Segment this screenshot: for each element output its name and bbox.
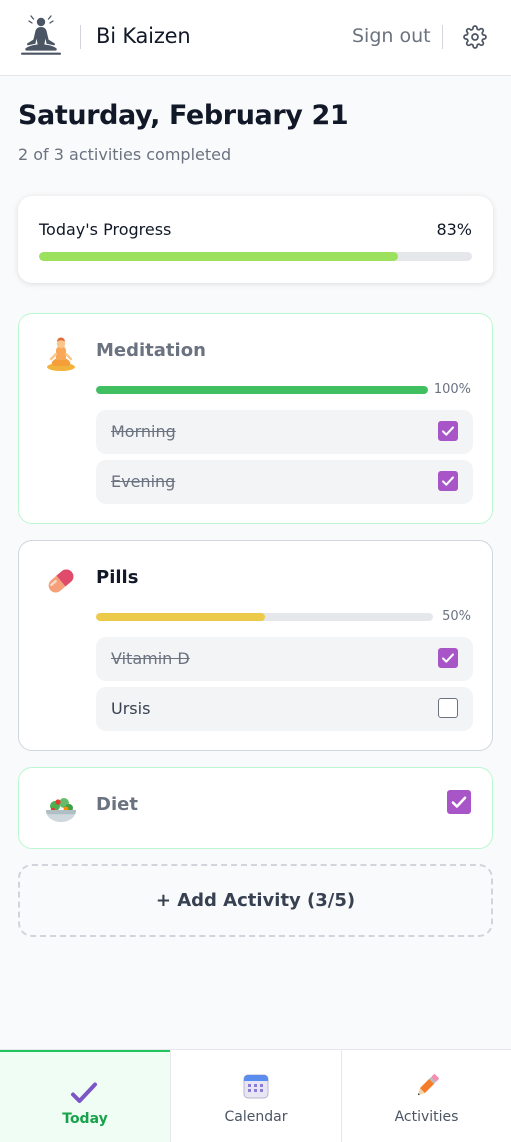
checkmark-icon [442,426,454,436]
subtask-label: Evening [111,472,176,491]
subtask-checkbox[interactable] [438,421,458,441]
header-divider [80,25,81,49]
tab-activities[interactable]: Activities [342,1050,511,1142]
page-subtitle: 2 of 3 activities completed [18,145,232,164]
subtask-checkbox[interactable] [438,698,458,718]
progress-value: 83% [436,220,472,239]
meditation-icon [47,337,75,371]
header-divider [442,25,443,49]
gear-icon[interactable] [463,25,487,49]
checkmark-icon [451,796,467,808]
page-title: Saturday, February 21 [18,100,349,131]
activity-progress-fill [96,613,265,621]
activity-progress-bar [96,613,433,621]
activity-name: Diet [96,794,138,815]
tab-label: Calendar [224,1109,288,1125]
activity-checkbox[interactable] [447,790,471,814]
add-activity-button[interactable]: + Add Activity (3/5) [18,864,493,937]
checkmark-icon [442,476,454,486]
progress-bar [39,252,472,261]
activity-name: Pills [96,567,139,588]
subtask-item[interactable]: Vitamin D [96,637,473,681]
meditation-logo-icon [21,15,61,55]
tab-calendar[interactable]: Calendar [171,1050,341,1142]
checkmark-icon [71,1082,97,1103]
subtask-label: Ursis [111,699,151,718]
progress-bar-fill [39,252,399,261]
activity-card-pills: Pills 50% Vitamin D Ursis [18,540,493,751]
subtask-item[interactable]: Ursis [96,687,473,731]
subtask-label: Morning [111,422,176,441]
pencil-icon [417,1074,439,1096]
today-progress-card: Today's Progress 83% [18,196,493,283]
pill-icon [48,569,74,593]
subtask-item[interactable]: Morning [96,410,473,454]
activity-name: Meditation [96,340,206,361]
subtask-label: Vitamin D [111,649,190,668]
progress-label: Today's Progress [39,220,172,239]
activity-card-diet: Diet [18,767,493,849]
activity-percent: 50% [442,609,471,624]
calendar-icon [243,1074,269,1099]
subtask-item[interactable]: Evening [96,460,473,504]
subtask-checkbox[interactable] [438,471,458,491]
sign-out-link[interactable]: Sign out [352,25,431,47]
subtask-checkbox[interactable] [438,648,458,668]
app-title: Bi Kaizen [96,24,191,48]
activity-progress-bar [96,386,428,394]
tab-label: Today [62,1111,108,1127]
activity-card-meditation: Meditation 100% Morning Evening [18,313,493,524]
checkmark-icon [442,653,454,663]
activity-percent: 100% [433,382,471,397]
bottom-tab-bar: Today Calendar Activities [0,1049,511,1142]
tab-today[interactable]: Today [0,1050,170,1142]
activity-progress-fill [96,386,428,394]
tab-label: Activities [394,1109,459,1125]
app-header: Bi Kaizen Sign out [0,0,511,76]
salad-icon [46,798,76,822]
